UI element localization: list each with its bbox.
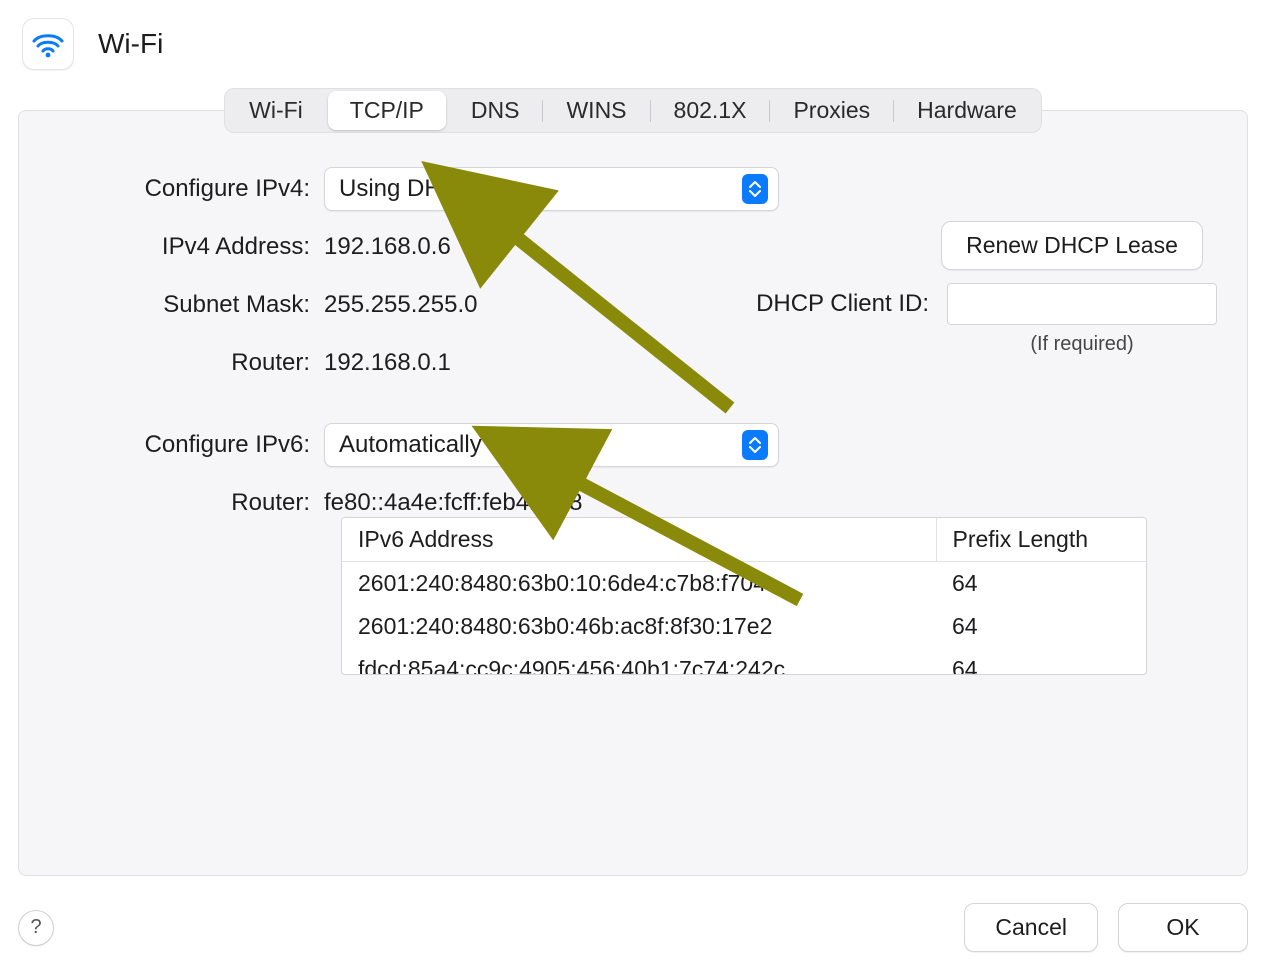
ipv6-address-cell: fdcd:85a4:cc9c:4905:456:40b1:7c74:242c (342, 648, 936, 675)
ipv4-router-label: Router: (19, 349, 324, 377)
help-button[interactable]: ? (18, 910, 54, 946)
dhcp-client-id-label: DHCP Client ID: (756, 290, 929, 318)
updown-caret-icon (742, 430, 768, 460)
ipv4-address-value: 192.168.0.6 (324, 233, 451, 261)
ipv4-address-label: IPv4 Address: (19, 233, 324, 261)
tabs-segmented-control[interactable]: Wi-FiTCP/IPDNSWINS802.1XProxiesHardware (224, 88, 1042, 133)
configure-ipv6-popup[interactable]: Automatically (324, 423, 779, 467)
ipv6-prefix-cell: 64 (936, 605, 1146, 648)
tab-tcpip[interactable]: TCP/IP (328, 91, 446, 130)
subnet-mask-label: Subnet Mask: (19, 291, 324, 319)
configure-ipv4-label: Configure IPv4: (19, 175, 324, 203)
ipv6-router-label: Router: (19, 489, 324, 517)
tab-separator (542, 100, 543, 122)
network-settings-window: Wi-Fi Wi-FiTCP/IPDNSWINS802.1XProxiesHar… (0, 0, 1266, 968)
tab-separator (650, 100, 651, 122)
subnet-mask-value: 255.255.255.0 (324, 291, 477, 319)
configure-ipv6-value: Automatically (339, 431, 742, 459)
ipv4-router-value: 192.168.0.1 (324, 349, 451, 377)
tab-wifi[interactable]: Wi-Fi (227, 91, 325, 130)
ipv6-col-address[interactable]: IPv6 Address (342, 518, 936, 562)
ipv6-router-value: fe80::4a4e:fcff:feb4:40f8 (324, 489, 582, 517)
renew-dhcp-lease-button[interactable]: Renew DHCP Lease (941, 221, 1203, 270)
wifi-icon (22, 18, 74, 70)
page-title: Wi-Fi (98, 28, 163, 60)
tab-separator (893, 100, 894, 122)
updown-caret-icon (742, 174, 768, 204)
dhcp-client-id-input[interactable] (947, 283, 1217, 325)
cancel-button[interactable]: Cancel (964, 903, 1098, 952)
configure-ipv4-value: Using DHCP (339, 175, 742, 203)
table-row[interactable]: 2601:240:8480:63b0:46b:ac8f:8f30:17e264 (342, 605, 1146, 648)
table-row[interactable]: 2601:240:8480:63b0:10:6de4:c7b8:f70464 (342, 562, 1146, 606)
ipv6-prefix-cell: 64 (936, 562, 1146, 606)
tab-proxies[interactable]: Proxies (771, 91, 892, 130)
tab-wins[interactable]: WINS (544, 91, 648, 130)
tab-separator (769, 100, 770, 122)
ipv6-address-cell: 2601:240:8480:63b0:46b:ac8f:8f30:17e2 (342, 605, 936, 648)
tab-dns[interactable]: DNS (449, 91, 542, 130)
ipv6-prefix-cell: 64 (936, 648, 1146, 675)
header: Wi-Fi (0, 0, 1266, 78)
settings-panel: Configure IPv4: Using DHCP IPv4 Address:… (18, 110, 1248, 876)
ipv6-col-prefix[interactable]: Prefix Length (936, 518, 1146, 562)
dialog-footer: ? Cancel OK (18, 903, 1248, 952)
if-required-hint: (If required) (947, 333, 1217, 356)
ipv6-address-cell: 2601:240:8480:63b0:10:6de4:c7b8:f704 (342, 562, 936, 606)
configure-ipv4-popup[interactable]: Using DHCP (324, 167, 779, 211)
tab-8021x[interactable]: 802.1X (652, 91, 769, 130)
tab-hardware[interactable]: Hardware (895, 91, 1039, 130)
table-row[interactable]: fdcd:85a4:cc9c:4905:456:40b1:7c74:242c64 (342, 648, 1146, 675)
ipv6-address-table: IPv6 Address Prefix Length 2601:240:8480… (341, 517, 1147, 675)
ok-button[interactable]: OK (1118, 903, 1248, 952)
configure-ipv6-label: Configure IPv6: (19, 431, 324, 459)
